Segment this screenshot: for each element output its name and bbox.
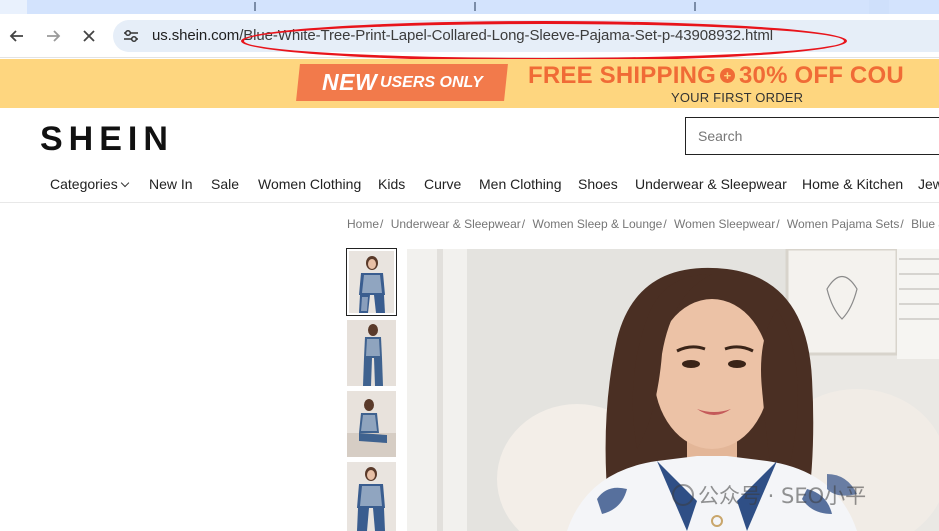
tab-separator bbox=[254, 2, 256, 11]
nav-item-shoes[interactable]: Shoes bbox=[578, 176, 618, 192]
product-thumbnail[interactable] bbox=[347, 391, 396, 457]
browser-toolbar: us.shein.com/Blue-White-Tree-Print-Lapel… bbox=[0, 14, 939, 58]
site-info-button[interactable] bbox=[121, 26, 141, 46]
nav-item-kids[interactable]: Kids bbox=[378, 176, 405, 192]
tune-icon bbox=[124, 29, 138, 43]
nav-item-men-clothing[interactable]: Men Clothing bbox=[479, 176, 562, 192]
url-text[interactable]: us.shein.com/Blue-White-Tree-Print-Lapel… bbox=[152, 20, 773, 52]
watermark-text: 公众号 · SEO小平 bbox=[698, 484, 867, 508]
new-users-badge: NEW USERS ONLY bbox=[296, 64, 508, 101]
nav-item-new-in[interactable]: New In bbox=[149, 176, 193, 192]
breadcrumb-separator: / bbox=[380, 217, 384, 231]
chevron-down-icon bbox=[120, 178, 129, 188]
badge-new-text: NEW bbox=[321, 69, 377, 95]
breadcrumb-separator: / bbox=[663, 217, 667, 231]
back-button[interactable] bbox=[2, 21, 32, 51]
promo-banner[interactable]: NEW USERS ONLY FREE SHIPPING +30% OFF COU… bbox=[0, 59, 939, 108]
wechat-icon bbox=[672, 484, 694, 506]
nav-item-categories[interactable]: Categories bbox=[50, 176, 129, 192]
forward-button[interactable] bbox=[38, 21, 68, 51]
product-thumbnail-image bbox=[347, 320, 396, 386]
category-nav: Categories New In Sale Women Clothing Ki… bbox=[0, 170, 939, 203]
nav-item-jewelry[interactable]: Jew bbox=[918, 176, 939, 192]
product-thumbnail[interactable] bbox=[347, 462, 396, 531]
watermark: 公众号 · SEO小平 bbox=[672, 480, 866, 510]
breadcrumb-separator: / bbox=[900, 217, 904, 231]
forward-arrow-icon bbox=[47, 30, 61, 42]
promo-headline: FREE SHIPPING +30% OFF COU bbox=[528, 62, 904, 90]
breadcrumb-current-product: Blue & bbox=[911, 217, 939, 231]
breadcrumb-home[interactable]: Home bbox=[347, 217, 379, 231]
url-host: us.shein.com bbox=[152, 27, 240, 44]
product-thumbnail-image bbox=[349, 251, 394, 313]
tab-separator bbox=[474, 2, 476, 11]
product-thumbnail-image bbox=[347, 462, 396, 531]
breadcrumb-women-sleepwear[interactable]: Women Sleepwear bbox=[674, 217, 775, 231]
search-input[interactable] bbox=[686, 118, 939, 154]
nav-item-underwear-sleepwear[interactable]: Underwear & Sleepwear bbox=[635, 176, 787, 192]
product-thumbnail[interactable] bbox=[346, 248, 397, 316]
nav-item-curve[interactable]: Curve bbox=[424, 176, 461, 192]
promo-subline: YOUR FIRST ORDER bbox=[671, 90, 804, 105]
free-shipping-text: FREE SHIPPING bbox=[528, 62, 716, 89]
search-box[interactable] bbox=[685, 117, 939, 155]
breadcrumb: Home/ Underwear & Sleepwear/ Women Sleep… bbox=[347, 217, 939, 231]
url-path: /Blue-White-Tree-Print-Lapel-Collared-Lo… bbox=[239, 27, 773, 44]
close-icon bbox=[83, 30, 95, 42]
shein-logo[interactable]: SHEIN bbox=[40, 120, 174, 159]
address-bar[interactable]: us.shein.com/Blue-White-Tree-Print-Lapel… bbox=[113, 20, 939, 52]
tab-separator bbox=[694, 2, 696, 11]
breadcrumb-separator: / bbox=[521, 217, 526, 231]
discount-text: 30% OFF COU bbox=[738, 62, 904, 89]
breadcrumb-underwear-sleepwear[interactable]: Underwear & Sleepwear bbox=[391, 217, 521, 231]
plus-icon: + bbox=[719, 68, 735, 83]
nav-item-home-kitchen[interactable]: Home & Kitchen bbox=[802, 176, 903, 192]
badge-users-only-text: USERS ONLY bbox=[379, 73, 483, 91]
nav-item-sale[interactable]: Sale bbox=[211, 176, 239, 192]
browser-tab-strip bbox=[0, 0, 939, 14]
breadcrumb-women-sleep-lounge[interactable]: Women Sleep & Lounge bbox=[532, 217, 662, 231]
browser-tab-active[interactable] bbox=[0, 0, 27, 14]
nav-item-women-clothing[interactable]: Women Clothing bbox=[258, 176, 361, 192]
product-thumbnail[interactable] bbox=[347, 320, 396, 386]
breadcrumb-women-pajama-sets[interactable]: Women Pajama Sets bbox=[787, 217, 900, 231]
breadcrumb-separator: / bbox=[776, 217, 780, 231]
stop-loading-button[interactable] bbox=[74, 21, 104, 51]
new-tab-button[interactable] bbox=[869, 0, 889, 14]
back-arrow-icon bbox=[9, 30, 23, 42]
nav-item-label: Categories bbox=[50, 176, 118, 192]
product-thumbnail-image bbox=[347, 391, 396, 457]
